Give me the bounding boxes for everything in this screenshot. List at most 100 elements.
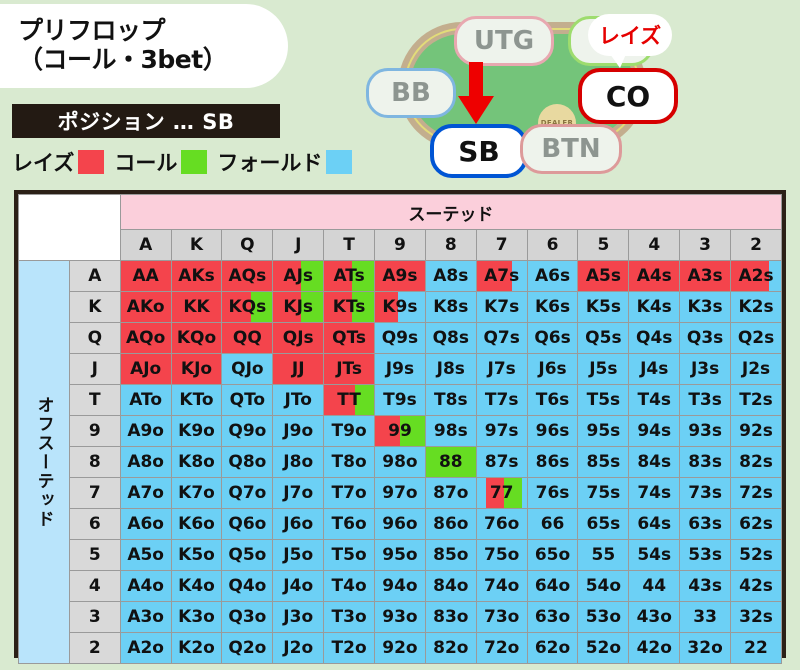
matrix-cell-22[interactable]: 22 [730,632,782,664]
matrix-cell-KTo[interactable]: KTo [170,384,223,416]
matrix-cell-54o[interactable]: 54o [577,570,630,602]
matrix-cell-Q5s[interactable]: Q5s [577,322,630,354]
matrix-cell-55[interactable]: 55 [577,539,630,571]
matrix-cell-92s[interactable]: 92s [730,415,782,447]
matrix-cell-QTo[interactable]: QTo [221,384,274,416]
matrix-cell-Q6o[interactable]: Q6o [221,508,274,540]
matrix-cell-AA[interactable]: AA [119,260,172,292]
matrix-cell-96s[interactable]: 96s [526,415,579,447]
matrix-cell-52o[interactable]: 52o [577,632,630,664]
matrix-cell-AJo[interactable]: AJo [119,353,172,385]
matrix-cell-72s[interactable]: 72s [730,477,782,509]
matrix-cell-T7o[interactable]: T7o [323,477,376,509]
matrix-cell-J6s[interactable]: J6s [526,353,579,385]
matrix-cell-K8o[interactable]: K8o [170,446,223,478]
matrix-cell-77[interactable]: 77 [475,477,528,509]
matrix-cell-43o[interactable]: 43o [628,601,681,633]
matrix-cell-J8o[interactable]: J8o [272,446,325,478]
matrix-cell-J3s[interactable]: J3s [679,353,732,385]
matrix-cell-74o[interactable]: 74o [475,570,528,602]
matrix-cell-K6o[interactable]: K6o [170,508,223,540]
matrix-cell-K3o[interactable]: K3o [170,601,223,633]
matrix-cell-62s[interactable]: 62s [730,508,782,540]
matrix-cell-J2o[interactable]: J2o [272,632,325,664]
matrix-cell-73s[interactable]: 73s [679,477,732,509]
matrix-cell-99[interactable]: 99 [374,415,426,447]
matrix-cell-K4o[interactable]: K4o [170,570,223,602]
seat-bb[interactable]: BB [366,68,456,118]
matrix-cell-85s[interactable]: 85s [577,446,630,478]
matrix-cell-KJs[interactable]: KJs [272,291,325,323]
matrix-cell-73o[interactable]: 73o [475,601,528,633]
matrix-cell-TT[interactable]: TT [323,384,376,416]
matrix-cell-88[interactable]: 88 [424,446,477,478]
matrix-cell-A5o[interactable]: A5o [119,539,172,571]
matrix-cell-32s[interactable]: 32s [730,601,782,633]
matrix-cell-74s[interactable]: 74s [628,477,681,509]
matrix-cell-K4s[interactable]: K4s [628,291,681,323]
matrix-cell-QJs[interactable]: QJs [272,322,325,354]
matrix-cell-54s[interactable]: 54s [628,539,681,571]
matrix-cell-83o[interactable]: 83o [424,601,477,633]
matrix-cell-95o[interactable]: 95o [374,539,426,571]
matrix-cell-J3o[interactable]: J3o [272,601,325,633]
matrix-cell-86o[interactable]: 86o [424,508,477,540]
matrix-cell-43s[interactable]: 43s [679,570,732,602]
matrix-cell-33[interactable]: 33 [679,601,732,633]
matrix-cell-J9s[interactable]: J9s [374,353,426,385]
matrix-cell-98s[interactable]: 98s [424,415,477,447]
matrix-cell-Q9o[interactable]: Q9o [221,415,274,447]
matrix-cell-J5s[interactable]: J5s [577,353,630,385]
matrix-cell-97o[interactable]: 97o [374,477,426,509]
matrix-cell-94o[interactable]: 94o [374,570,426,602]
matrix-cell-A2s[interactable]: A2s [730,260,782,292]
matrix-cell-Q7s[interactable]: Q7s [475,322,528,354]
matrix-cell-K7s[interactable]: K7s [475,291,528,323]
matrix-cell-A2o[interactable]: A2o [119,632,172,664]
matrix-cell-84s[interactable]: 84s [628,446,681,478]
matrix-cell-KTs[interactable]: KTs [323,291,376,323]
matrix-cell-Q5o[interactable]: Q5o [221,539,274,571]
matrix-cell-K9o[interactable]: K9o [170,415,223,447]
matrix-cell-K2s[interactable]: K2s [730,291,782,323]
matrix-cell-A9s[interactable]: A9s [374,260,426,292]
matrix-cell-82o[interactable]: 82o [424,632,477,664]
seat-co[interactable]: CO [578,68,678,124]
matrix-cell-86s[interactable]: 86s [526,446,579,478]
matrix-cell-76s[interactable]: 76s [526,477,579,509]
matrix-cell-J2s[interactable]: J2s [730,353,782,385]
matrix-cell-J6o[interactable]: J6o [272,508,325,540]
matrix-cell-Q4s[interactable]: Q4s [628,322,681,354]
matrix-cell-Q8s[interactable]: Q8s [424,322,477,354]
matrix-cell-66[interactable]: 66 [526,508,579,540]
matrix-cell-42s[interactable]: 42s [730,570,782,602]
matrix-cell-63s[interactable]: 63s [679,508,732,540]
matrix-cell-JTo[interactable]: JTo [272,384,325,416]
matrix-cell-K7o[interactable]: K7o [170,477,223,509]
matrix-cell-65o[interactable]: 65o [526,539,579,571]
seat-sb[interactable]: SB [430,124,528,178]
matrix-cell-52s[interactable]: 52s [730,539,782,571]
matrix-cell-T2s[interactable]: T2s [730,384,782,416]
matrix-cell-42o[interactable]: 42o [628,632,681,664]
matrix-cell-T9s[interactable]: T9s [374,384,426,416]
matrix-cell-Q3o[interactable]: Q3o [221,601,274,633]
matrix-cell-75s[interactable]: 75s [577,477,630,509]
matrix-cell-T8s[interactable]: T8s [424,384,477,416]
matrix-cell-K2o[interactable]: K2o [170,632,223,664]
matrix-cell-82s[interactable]: 82s [730,446,782,478]
matrix-cell-K5s[interactable]: K5s [577,291,630,323]
matrix-cell-Q4o[interactable]: Q4o [221,570,274,602]
matrix-cell-87s[interactable]: 87s [475,446,528,478]
matrix-cell-75o[interactable]: 75o [475,539,528,571]
matrix-cell-T4s[interactable]: T4s [628,384,681,416]
matrix-cell-53s[interactable]: 53s [679,539,732,571]
matrix-cell-A9o[interactable]: A9o [119,415,172,447]
matrix-cell-A8o[interactable]: A8o [119,446,172,478]
matrix-cell-A3s[interactable]: A3s [679,260,732,292]
matrix-cell-K9s[interactable]: K9s [374,291,426,323]
matrix-cell-98o[interactable]: 98o [374,446,426,478]
matrix-cell-A8s[interactable]: A8s [424,260,477,292]
matrix-cell-83s[interactable]: 83s [679,446,732,478]
matrix-cell-K3s[interactable]: K3s [679,291,732,323]
